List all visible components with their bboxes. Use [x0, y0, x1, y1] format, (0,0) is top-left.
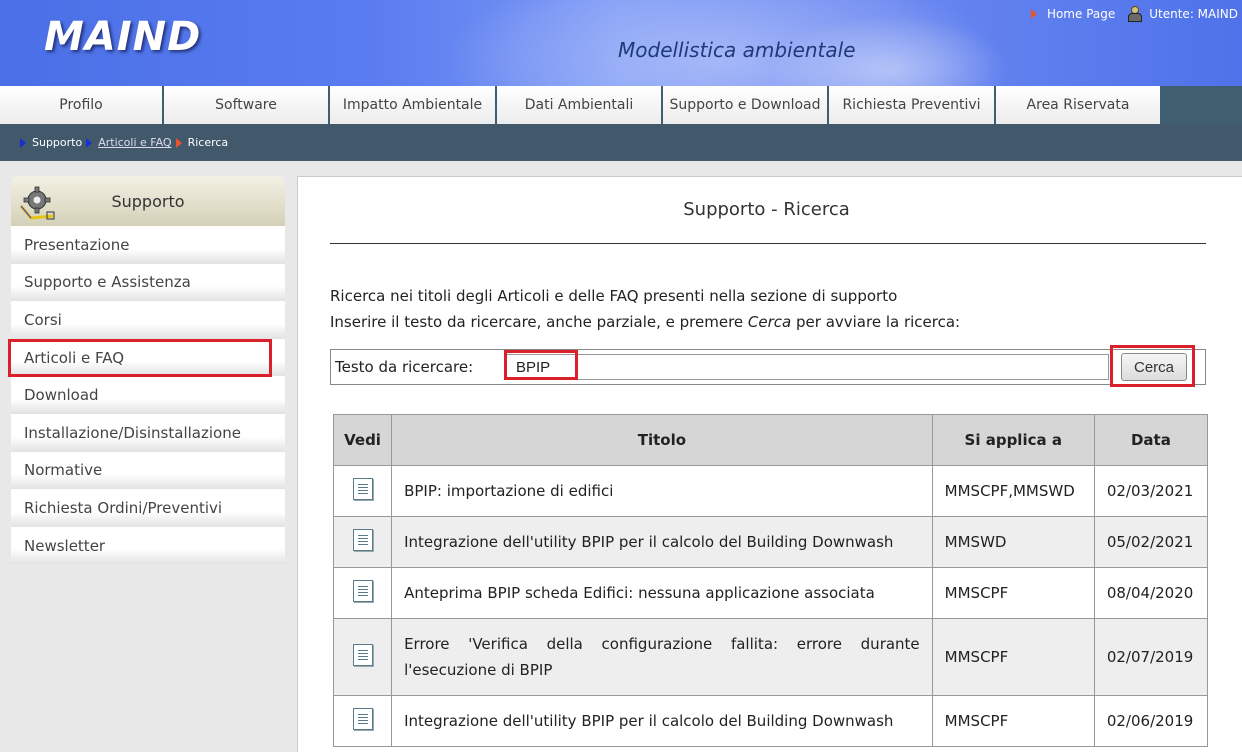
arrow-right-icon: [20, 137, 26, 148]
document-icon[interactable]: [352, 644, 373, 666]
search-label: Testo da ricercare:: [335, 358, 474, 376]
arrow-right-icon: [1030, 9, 1037, 19]
column-header-vedi: Vedi: [332, 414, 393, 466]
sidebar-title: Supporto: [111, 191, 185, 211]
row-applies-to: MMSCPF,MMSWD: [931, 465, 1095, 517]
intro-line-1: Ricerca nei titoli degli Articoli e dell…: [330, 287, 898, 305]
sidebar-item-richiesta-ordini[interactable]: Richiesta Ordini/Preventivi: [11, 489, 285, 527]
view-cell[interactable]: [332, 516, 393, 568]
search-input[interactable]: [505, 354, 1109, 380]
breadcrumb-articoli-faq-link[interactable]: Articoli e FAQ: [98, 136, 171, 149]
row-date: 05/02/2021: [1093, 516, 1209, 568]
row-applies-to: MMSWD: [931, 516, 1095, 568]
row-title: Integrazione dell'utility BPIP per il ca…: [391, 695, 933, 747]
table-row: Integrazione dell'utility BPIP per il ca…: [332, 695, 1209, 747]
breadcrumb-supporto: Supporto: [32, 136, 83, 149]
sidebar-item-download[interactable]: Download: [11, 376, 285, 414]
home-page-link[interactable]: Home Page: [1047, 7, 1115, 21]
row-applies-to: MMSCPF: [931, 618, 1095, 696]
page-title: Supporto - Ricerca: [683, 199, 850, 220]
nav-supporto-download[interactable]: Supporto e Download: [663, 86, 829, 124]
view-cell[interactable]: [332, 618, 393, 696]
divider: [330, 243, 1206, 244]
sidebar-item-supporto-assistenza[interactable]: Supporto e Assistenza: [11, 263, 285, 302]
breadcrumb: Supporto Articoli e FAQ Ricerca: [0, 124, 1242, 161]
document-icon[interactable]: [352, 529, 373, 551]
sidebar-item-articoli-faq[interactable]: Articoli e FAQ: [11, 338, 285, 377]
column-header-titolo: Titolo: [391, 414, 933, 466]
column-header-applica: Si applica a: [931, 414, 1095, 466]
search-form: Testo da ricercare: Cerca: [330, 349, 1206, 385]
table-header-row: Vedi Titolo Si applica a Data: [332, 414, 1209, 466]
row-date: 02/03/2021: [1093, 465, 1209, 517]
intro-text-part: Inserire il testo da ricercare, anche pa…: [330, 313, 748, 331]
main-nav: Profilo Software Impatto Ambientale Dati…: [0, 86, 1242, 124]
sidebar-item-newsletter[interactable]: Newsletter: [11, 526, 285, 565]
column-header-data: Data: [1093, 414, 1209, 466]
sidebar-header: Supporto: [11, 176, 285, 226]
nav-impatto-ambientale[interactable]: Impatto Ambientale: [330, 86, 497, 124]
nav-profilo[interactable]: Profilo: [0, 86, 164, 124]
top-links: Home Page Utente: MAIND: [1030, 6, 1238, 22]
arrow-right-icon: [175, 137, 182, 148]
row-title: BPIP: importazione di edifici: [391, 465, 933, 517]
nav-software[interactable]: Software: [164, 86, 330, 124]
row-title: Errore 'Verifica della configurazione fa…: [391, 618, 933, 696]
user-label[interactable]: Utente: MAIND: [1149, 7, 1238, 21]
view-cell[interactable]: [332, 465, 393, 517]
row-date: 02/07/2019: [1093, 618, 1209, 696]
site-logo[interactable]: MAIND: [44, 14, 201, 60]
view-cell[interactable]: [332, 567, 393, 619]
intro-text: Ricerca nei titoli degli Articoli e dell…: [330, 283, 960, 335]
main-content: Supporto - Ricerca Ricerca nei titoli de…: [297, 176, 1242, 752]
sidebar-item-presentazione[interactable]: Presentazione: [11, 226, 285, 264]
arrow-right-icon: [86, 137, 93, 148]
view-cell[interactable]: [332, 695, 393, 747]
table-row: Integrazione dell'utility BPIP per il ca…: [332, 516, 1209, 568]
table-row: Errore 'Verifica della configurazione fa…: [332, 618, 1209, 696]
intro-emphasis: Cerca: [747, 313, 792, 331]
intro-text-part: per avviare la ricerca:: [791, 313, 961, 331]
site-header: MAIND Modellistica ambientale Home Page …: [0, 0, 1242, 86]
search-button[interactable]: Cerca: [1121, 353, 1187, 381]
document-icon[interactable]: [352, 708, 373, 730]
row-applies-to: MMSCPF: [931, 695, 1095, 747]
nav-area-riservata[interactable]: Area Riservata: [996, 86, 1162, 124]
results-table: Vedi Titolo Si applica a Data BPIP: impo…: [332, 414, 1209, 747]
breadcrumb-ricerca: Ricerca: [187, 136, 229, 149]
intro-line-2: Inserire il testo da ricercare, anche pa…: [330, 309, 960, 335]
row-title: Anteprima BPIP scheda Edifici: nessuna a…: [391, 567, 933, 619]
table-row: BPIP: importazione di edifici MMSCPF,MMS…: [332, 465, 1209, 517]
row-applies-to: MMSCPF: [931, 567, 1095, 619]
sidebar-item-installazione[interactable]: Installazione/Disinstallazione: [11, 413, 285, 452]
row-date: 08/04/2020: [1093, 567, 1209, 619]
table-row: Anteprima BPIP scheda Edifici: nessuna a…: [332, 567, 1209, 619]
document-icon[interactable]: [352, 478, 373, 500]
gear-icon: [19, 186, 55, 220]
nav-richiesta-preventivi[interactable]: Richiesta Preventivi: [829, 86, 996, 124]
row-date: 02/06/2019: [1093, 695, 1209, 747]
sidebar: Supporto Presentazione Supporto e Assist…: [11, 176, 285, 565]
user-icon: [1127, 6, 1143, 22]
sidebar-item-corsi[interactable]: Corsi: [11, 301, 285, 339]
site-tagline: Modellistica ambientale: [618, 38, 856, 62]
sidebar-item-normative[interactable]: Normative: [11, 451, 285, 490]
document-icon[interactable]: [352, 580, 373, 602]
row-title: Integrazione dell'utility BPIP per il ca…: [391, 516, 933, 568]
nav-dati-ambientali[interactable]: Dati Ambientali: [497, 86, 663, 124]
